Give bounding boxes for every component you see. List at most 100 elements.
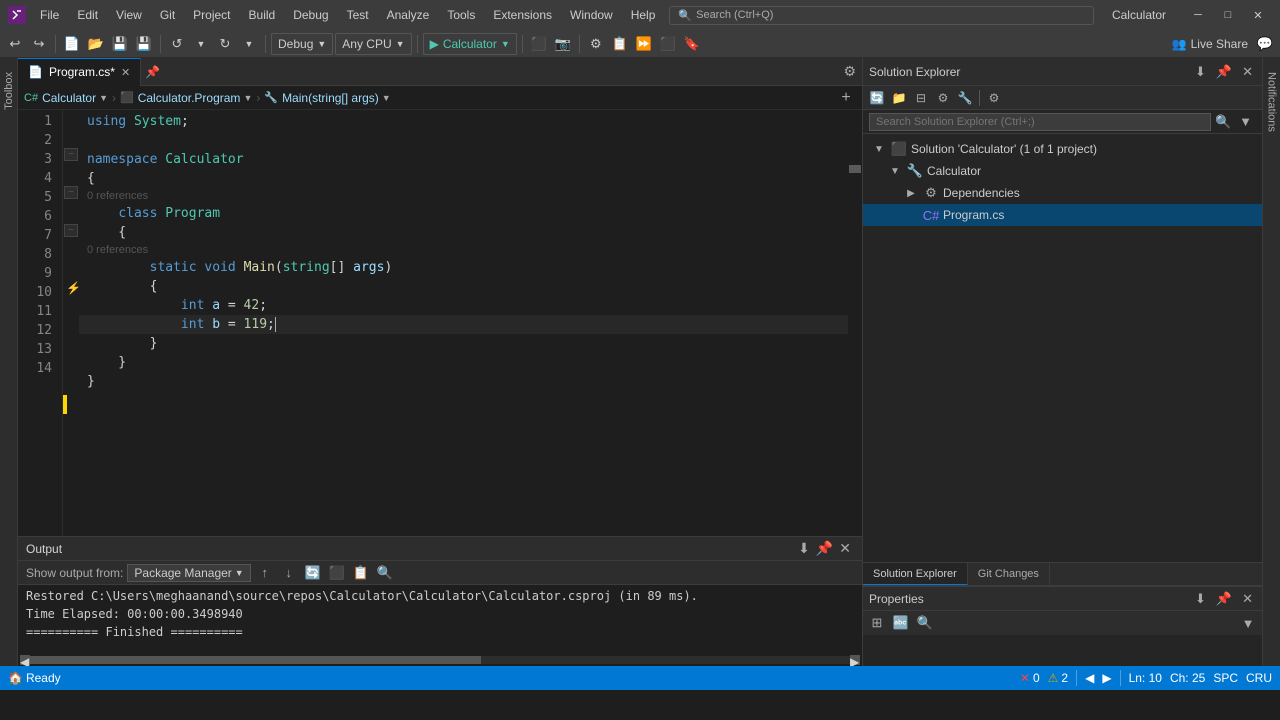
- status-git-icon[interactable]: 🏠 Ready: [8, 671, 61, 685]
- se-properties-button[interactable]: ⚙: [933, 88, 953, 108]
- props-search-button[interactable]: 🔍: [915, 613, 935, 633]
- program-cs-tab[interactable]: 📄 Program.cs* ✕: [18, 58, 141, 86]
- se-search-icon[interactable]: 🔍: [1211, 114, 1235, 130]
- minimize-button[interactable]: ─: [1184, 6, 1212, 24]
- collapse-btn-namespace[interactable]: −: [64, 148, 78, 161]
- se-sync-button[interactable]: 🔄: [867, 88, 887, 108]
- tree-project[interactable]: ▼ 🔧 Calculator: [863, 160, 1262, 182]
- status-cru[interactable]: CRU: [1246, 671, 1272, 685]
- props-pin-button[interactable]: ⬇: [1192, 591, 1209, 607]
- se-search-input[interactable]: [869, 113, 1211, 131]
- output-tb-2[interactable]: ↓: [279, 563, 299, 583]
- output-tb-3[interactable]: 🔄: [303, 563, 323, 583]
- back-button[interactable]: ↩: [4, 33, 26, 55]
- status-line-info[interactable]: Ln: 10: [1129, 671, 1162, 685]
- toolbar-btn-3[interactable]: ⚙: [585, 33, 607, 55]
- redo-button[interactable]: ↻: [214, 33, 236, 55]
- breadcrumb-method-dropdown[interactable]: Main(string[] args) ▼: [282, 91, 391, 105]
- toolbar-btn-6[interactable]: ⬛: [657, 33, 679, 55]
- toolbar-btn-5[interactable]: ⏩: [633, 33, 655, 55]
- feedback-button[interactable]: 💬: [1254, 33, 1276, 55]
- output-source-dropdown[interactable]: Package Manager ▼: [127, 564, 250, 582]
- output-close-button[interactable]: ✕: [836, 540, 854, 557]
- props-alpha-button[interactable]: 🔤: [891, 613, 911, 633]
- tree-program-cs[interactable]: C# Program.cs: [863, 204, 1262, 226]
- scroll-thumb[interactable]: [849, 165, 861, 173]
- h-scroll-left[interactable]: ◀: [20, 655, 30, 665]
- menu-extensions[interactable]: Extensions: [485, 5, 560, 25]
- nav-add-button[interactable]: +: [836, 88, 856, 108]
- status-nav-forward[interactable]: ▶: [1102, 671, 1111, 685]
- forward-button[interactable]: ↪: [28, 33, 50, 55]
- toolbar-btn-4[interactable]: 📋: [609, 33, 631, 55]
- menu-analyze[interactable]: Analyze: [379, 5, 438, 25]
- se-filter-button[interactable]: 🔧: [955, 88, 975, 108]
- project-expand[interactable]: ▼: [887, 163, 903, 179]
- menu-edit[interactable]: Edit: [69, 5, 106, 25]
- new-file-button[interactable]: 📄: [61, 33, 83, 55]
- output-tb-6[interactable]: 🔍: [375, 563, 395, 583]
- close-button[interactable]: ✕: [1244, 6, 1272, 24]
- collapse-btn-method[interactable]: −: [64, 224, 78, 237]
- status-ch-info[interactable]: Ch: 25: [1170, 671, 1205, 685]
- se-filter-icon[interactable]: ▼: [1235, 114, 1256, 129]
- tab-solution-explorer[interactable]: Solution Explorer: [863, 563, 968, 585]
- menu-tools[interactable]: Tools: [439, 5, 483, 25]
- output-tb-1[interactable]: ↑: [255, 563, 275, 583]
- live-share-button[interactable]: 👥 Live Share: [1172, 37, 1248, 51]
- menu-view[interactable]: View: [108, 5, 150, 25]
- open-button[interactable]: 📂: [85, 33, 107, 55]
- se-settings-button[interactable]: ⚙: [984, 88, 1004, 108]
- menu-help[interactable]: Help: [623, 5, 664, 25]
- tab-pin-button[interactable]: 📌: [141, 65, 164, 79]
- status-warning-count[interactable]: ⚠ 2: [1048, 671, 1068, 685]
- menu-build[interactable]: Build: [241, 5, 284, 25]
- collapse-btn-class[interactable]: −: [64, 186, 78, 199]
- deps-expand[interactable]: ▶: [903, 185, 919, 201]
- save-button[interactable]: 💾: [109, 33, 131, 55]
- redo-drop-button[interactable]: ▼: [238, 33, 260, 55]
- se-close-button[interactable]: ✕: [1239, 64, 1256, 80]
- menu-git[interactable]: Git: [152, 5, 183, 25]
- output-pin-button[interactable]: 📌: [813, 540, 836, 557]
- undo-button[interactable]: ↺: [166, 33, 188, 55]
- tree-dependencies[interactable]: ▶ ⚙ Dependencies: [863, 182, 1262, 204]
- tab-settings-button[interactable]: ⚙: [837, 63, 862, 80]
- platform-dropdown[interactable]: Any CPU ▼: [335, 33, 411, 55]
- save-all-button[interactable]: 💾: [133, 33, 155, 55]
- se-pin-button[interactable]: ⬇: [1192, 64, 1209, 80]
- solution-expand[interactable]: ▼: [871, 141, 887, 157]
- h-scroll-thumb[interactable]: [30, 656, 481, 664]
- status-spc[interactable]: SPC: [1213, 671, 1238, 685]
- props-cat-button[interactable]: ⊞: [867, 613, 887, 633]
- se-show-all-button[interactable]: 📁: [889, 88, 909, 108]
- toolbar-btn-1[interactable]: ⬛: [528, 33, 550, 55]
- breadcrumb-ns-dropdown[interactable]: Calculator ▼: [42, 91, 108, 105]
- undo-drop-button[interactable]: ▼: [190, 33, 212, 55]
- run-button[interactable]: ▶ Calculator ▼: [423, 33, 517, 55]
- h-scroll-right[interactable]: ▶: [850, 655, 860, 665]
- menu-file[interactable]: File: [32, 5, 67, 25]
- props-undock-button[interactable]: 📌: [1213, 591, 1235, 607]
- debug-mode-dropdown[interactable]: Debug ▼: [271, 33, 333, 55]
- menu-test[interactable]: Test: [339, 5, 377, 25]
- output-tb-5[interactable]: 📋: [351, 563, 371, 583]
- output-undock-button[interactable]: ⬇: [795, 540, 813, 557]
- se-collapse-button[interactable]: ⊟: [911, 88, 931, 108]
- vertical-scrollbar[interactable]: [848, 110, 862, 536]
- tab-git-changes[interactable]: Git Changes: [968, 563, 1050, 585]
- props-close-button[interactable]: ✕: [1239, 591, 1256, 607]
- output-tb-4[interactable]: ⬛: [327, 563, 347, 583]
- se-undock-button[interactable]: 📌: [1213, 64, 1235, 80]
- maximize-button[interactable]: □: [1214, 6, 1242, 24]
- menu-project[interactable]: Project: [185, 5, 238, 25]
- horizontal-scrollbar[interactable]: ◀ ▶: [18, 654, 862, 666]
- status-error-count[interactable]: ✕ 0: [1020, 671, 1040, 685]
- menu-window[interactable]: Window: [562, 5, 621, 25]
- breadcrumb-class-dropdown[interactable]: Calculator.Program ▼: [138, 91, 253, 105]
- title-search[interactable]: 🔍 Search (Ctrl+Q): [669, 6, 1094, 25]
- tab-close-button[interactable]: ✕: [121, 66, 130, 79]
- props-down-button[interactable]: ▼: [1238, 613, 1258, 633]
- menu-debug[interactable]: Debug: [285, 5, 336, 25]
- toolbar-btn-2[interactable]: 📷: [552, 33, 574, 55]
